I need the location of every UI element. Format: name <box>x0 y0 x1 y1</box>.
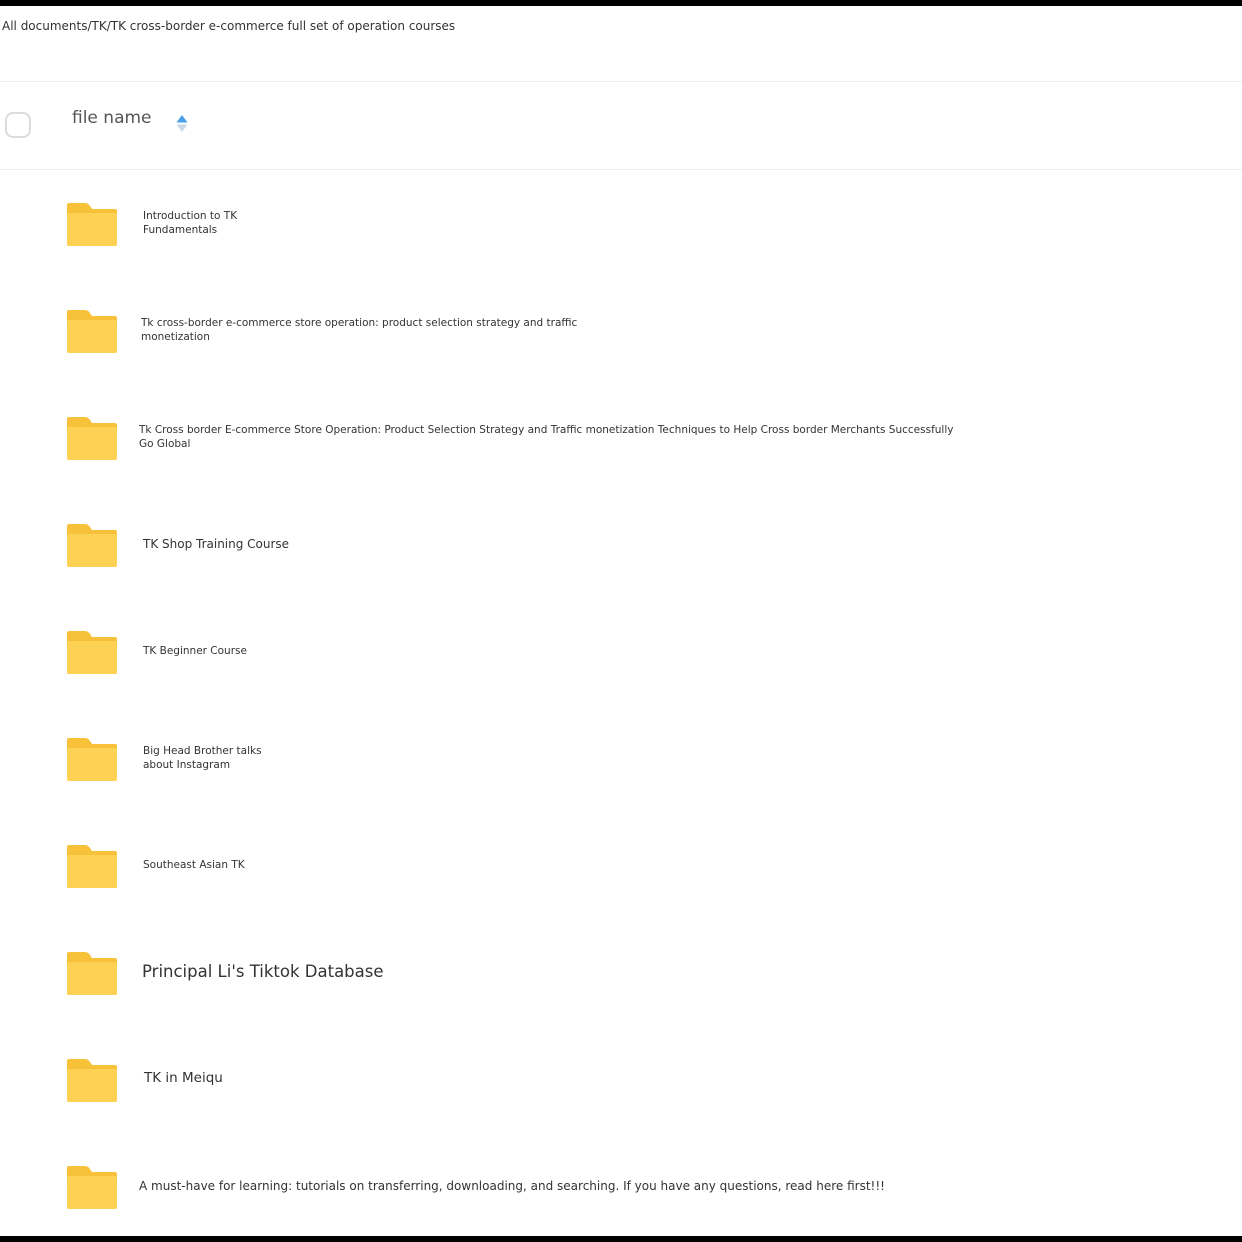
folder-icon <box>67 738 117 781</box>
list-item[interactable]: Big Head Brother talks about Instagram <box>0 705 1242 812</box>
list-item[interactable]: Introduction to TK Fundamentals <box>0 170 1242 277</box>
file-name[interactable]: Introduction to TK Fundamentals <box>143 170 243 277</box>
list-item[interactable]: TK Beginner Course <box>0 598 1242 705</box>
top-frame-bar <box>0 0 1242 6</box>
folder-icon <box>67 310 117 353</box>
file-name[interactable]: Southeast Asian TK <box>143 812 245 919</box>
file-list: Introduction to TK Fundamentals Tk cross… <box>0 170 1242 1240</box>
list-item[interactable]: Tk Cross border E-commerce Store Operati… <box>0 384 1242 491</box>
file-name[interactable]: Big Head Brother talks about Instagram <box>143 705 263 812</box>
folder-icon <box>67 952 117 995</box>
folder-icon <box>67 1166 117 1209</box>
file-name[interactable]: TK Beginner Course <box>143 598 247 705</box>
list-item[interactable]: TK in Meiqu <box>0 1026 1242 1133</box>
file-name[interactable]: Tk Cross border E-commerce Store Operati… <box>139 384 961 491</box>
folder-icon <box>67 631 117 674</box>
list-item[interactable]: TK Shop Training Course <box>0 491 1242 598</box>
breadcrumb[interactable]: All documents/TK/TK cross-border e-comme… <box>2 19 455 33</box>
list-item[interactable]: Principal Li's Tiktok Database <box>0 919 1242 1026</box>
list-header: file name <box>0 83 1242 169</box>
column-header-file-name[interactable]: file name <box>72 108 152 128</box>
file-name[interactable]: Tk cross-border e-commerce store operati… <box>141 277 641 384</box>
folder-icon <box>67 845 117 888</box>
file-name[interactable]: A must-have for learning: tutorials on t… <box>139 1133 899 1240</box>
bottom-frame-bar <box>0 1236 1242 1242</box>
select-all-checkbox[interactable] <box>5 112 31 138</box>
folder-icon <box>67 1059 117 1102</box>
divider <box>0 81 1242 82</box>
list-item[interactable]: Tk cross-border e-commerce store operati… <box>0 277 1242 384</box>
list-item[interactable]: A must-have for learning: tutorials on t… <box>0 1133 1242 1240</box>
sort-arrows-icon[interactable] <box>175 113 189 139</box>
file-name[interactable]: Principal Li's Tiktok Database <box>142 919 384 1026</box>
file-name[interactable]: TK in Meiqu <box>144 1026 223 1133</box>
folder-icon <box>67 524 117 567</box>
list-item[interactable]: Southeast Asian TK <box>0 812 1242 919</box>
folder-icon <box>67 417 117 460</box>
folder-icon <box>67 203 117 246</box>
file-name[interactable]: TK Shop Training Course <box>143 491 289 598</box>
